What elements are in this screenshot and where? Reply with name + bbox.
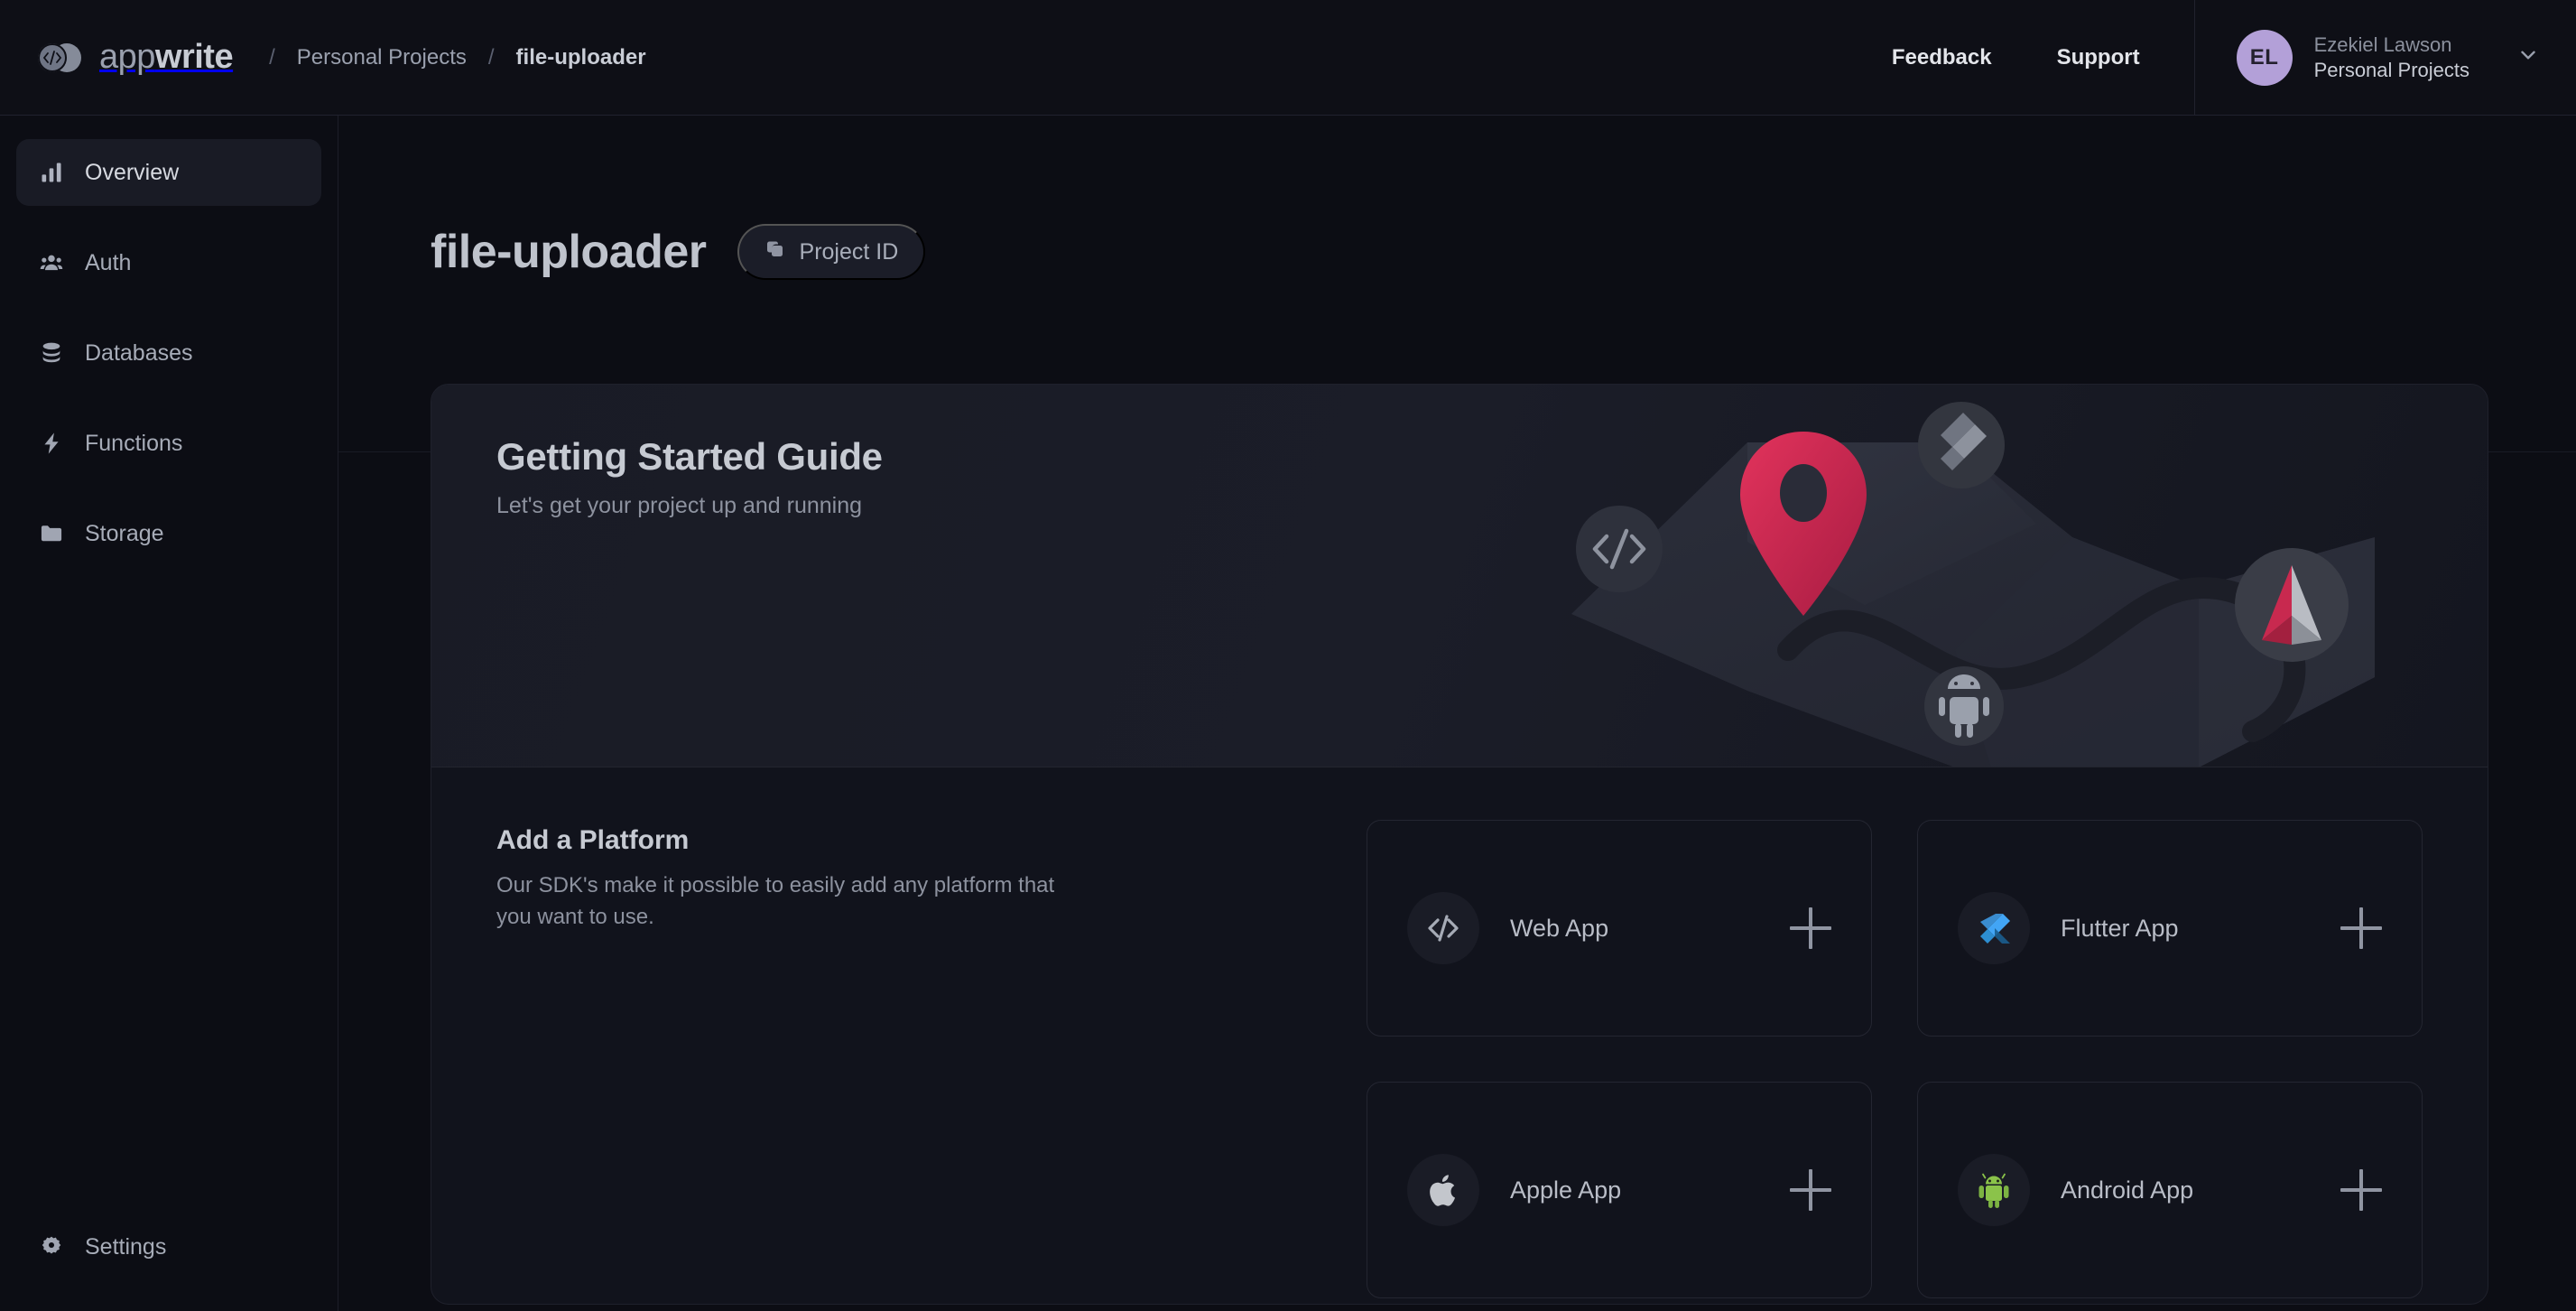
sidebar-item-label: Functions: [85, 430, 183, 456]
header-actions: Feedback Support EL Ezekiel Lawson Perso…: [1859, 0, 2576, 116]
user-menu[interactable]: EL Ezekiel Lawson Personal Projects: [2193, 0, 2576, 116]
breadcrumb-org-link[interactable]: Personal Projects: [297, 45, 467, 70]
sidebar-item-overview[interactable]: Overview: [16, 139, 321, 206]
platform-card-android[interactable]: Android App: [1917, 1082, 2423, 1298]
platform-card-web[interactable]: Web App: [1367, 820, 1872, 1037]
users-icon: [38, 249, 65, 276]
page-header: file-uploader Project ID: [431, 224, 926, 280]
sidebar-bottom: Settings: [16, 1213, 322, 1280]
sidebar-item-label: Databases: [85, 339, 193, 366]
add-platform-title: Add a Platform: [496, 825, 690, 855]
map-illustration: [1567, 385, 2379, 767]
platform-label: Android App: [2061, 1176, 2194, 1204]
appwrite-logo[interactable]: appwrite: [34, 38, 234, 77]
gear-icon: [38, 1233, 65, 1260]
user-meta: Ezekiel Lawson Personal Projects: [2314, 33, 2469, 82]
sidebar-item-label: Overview: [85, 159, 180, 185]
sidebar-item-functions[interactable]: Functions: [16, 410, 321, 477]
android-icon: [1958, 1154, 2030, 1226]
platform-card-apple[interactable]: Apple App: [1367, 1082, 1872, 1298]
sidebar-item-label: Auth: [85, 249, 132, 275]
project-id-label: Project ID: [799, 238, 899, 265]
sidebar-item-storage[interactable]: Storage: [16, 500, 321, 567]
user-org: Personal Projects: [2313, 58, 2469, 81]
appwrite-mark-icon: [34, 40, 87, 76]
feedback-link[interactable]: Feedback: [1859, 45, 2025, 70]
add-platform-plus-icon[interactable]: [2340, 1169, 2382, 1211]
add-platform-copy: Add a Platform Our SDK's make it possibl…: [496, 820, 1128, 1298]
platform-label: Apple App: [1510, 1176, 1622, 1204]
breadcrumb-project[interactable]: file-uploader: [516, 45, 646, 70]
main-content: file-uploader Project ID Getting Started…: [338, 116, 2576, 1311]
app-header: appwrite / Personal Projects / file-uplo…: [0, 0, 2576, 116]
sidebar-item-auth[interactable]: Auth: [16, 229, 321, 296]
lightning-icon: [38, 430, 65, 457]
avatar: EL: [2236, 29, 2293, 86]
breadcrumb-separator-1: /: [269, 44, 275, 70]
add-platform-plus-icon[interactable]: [1790, 1169, 1831, 1211]
add-platform-plus-icon[interactable]: [1790, 907, 1831, 949]
platform-card-flutter[interactable]: Flutter App: [1917, 820, 2423, 1037]
sidebar-item-settings[interactable]: Settings: [16, 1213, 322, 1280]
add-platform-section: Add a Platform Our SDK's make it possibl…: [431, 767, 2488, 1298]
compass-badge-icon: [2235, 548, 2349, 662]
android-badge-icon: [1924, 666, 2004, 746]
apple-icon: [1407, 1154, 1479, 1226]
project-id-button[interactable]: Project ID: [737, 224, 926, 280]
hero-subtitle: Let's get your project up and running: [496, 493, 863, 518]
sidebar-item-databases[interactable]: Databases: [16, 320, 321, 386]
sidebar-item-label: Storage: [85, 520, 164, 546]
user-name: Ezekiel Lawson: [2313, 33, 2452, 56]
bar-chart-icon: [38, 159, 65, 186]
sidebar: Overview Auth Databases Functions Storag: [0, 116, 338, 1311]
breadcrumb-separator-2: /: [487, 44, 495, 70]
chevron-down-icon: [2516, 43, 2540, 71]
code-icon: [1407, 892, 1479, 964]
breadcrumb: / Personal Projects / file-uploader: [269, 45, 645, 70]
flutter-icon: [1958, 892, 2030, 964]
copy-icon: [764, 238, 786, 266]
support-link[interactable]: Support: [2025, 45, 2173, 70]
add-platform-description: Our SDK's make it possible to easily add…: [496, 873, 1055, 929]
hero-copy: Getting Started Guide Let's get your pro…: [496, 435, 883, 519]
platform-label: Flutter App: [2061, 914, 2179, 942]
database-icon: [38, 339, 65, 367]
platform-grid: Web App Flutter App Apple App Android Ap…: [1367, 820, 2423, 1298]
flutter-badge-icon: [1918, 402, 2005, 488]
add-platform-plus-icon[interactable]: [2340, 907, 2382, 949]
sidebar-nav: Overview Auth Databases Functions Storag: [0, 116, 338, 567]
platform-label: Web App: [1510, 914, 1609, 942]
code-badge-icon: [1576, 506, 1663, 592]
hero-banner: Getting Started Guide Let's get your pro…: [431, 385, 2488, 767]
sidebar-item-label: Settings: [85, 1233, 167, 1260]
hero-title: Getting Started Guide: [496, 435, 883, 478]
getting-started-card: Getting Started Guide Let's get your pro…: [431, 384, 2488, 1305]
appwrite-wordmark: appwrite: [99, 38, 234, 76]
folder-icon: [38, 520, 65, 547]
page-title: file-uploader: [431, 226, 707, 278]
